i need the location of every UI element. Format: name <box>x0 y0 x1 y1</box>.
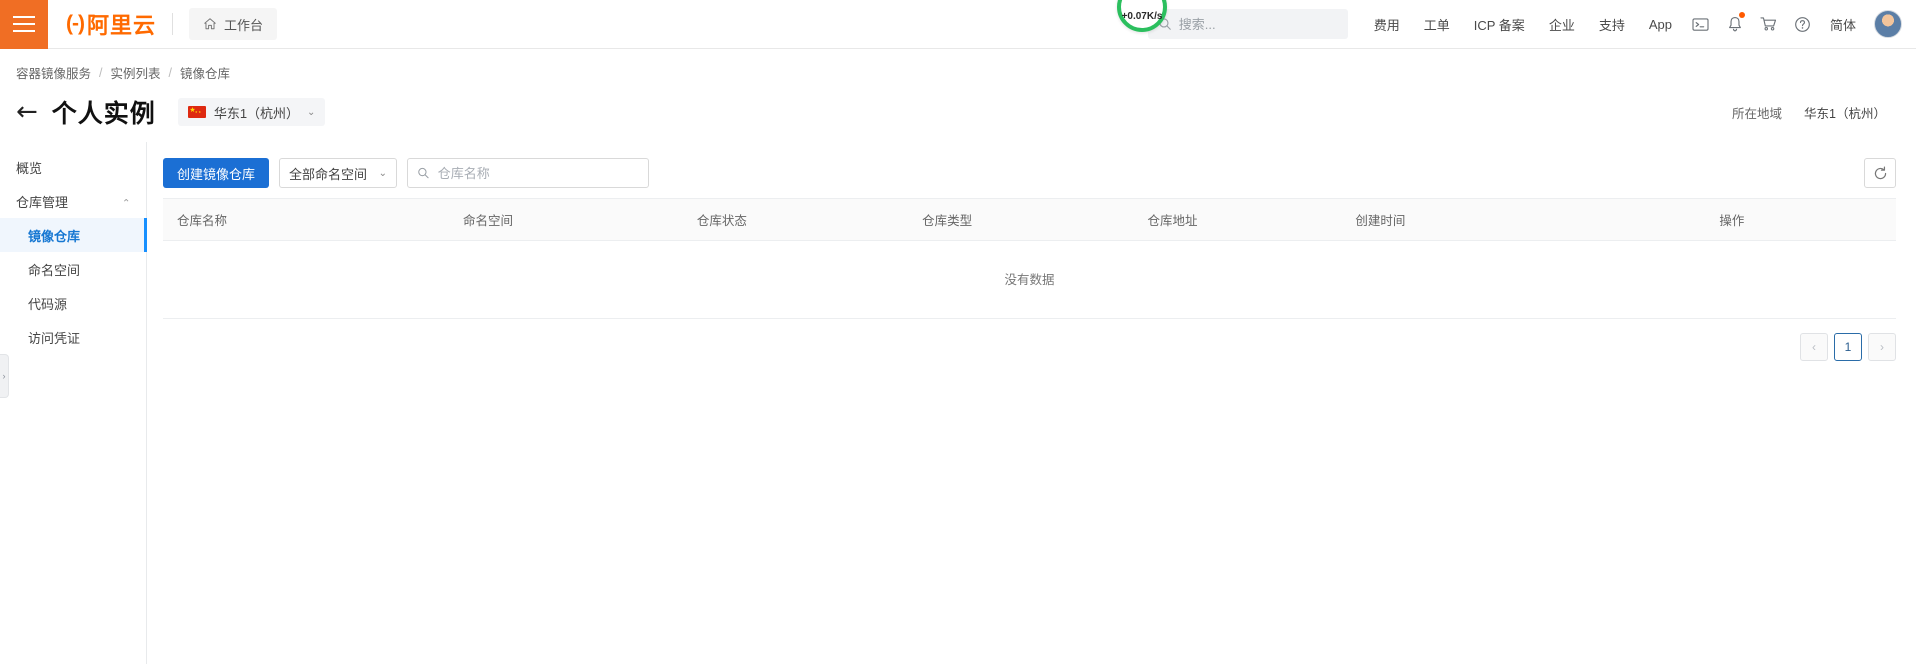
notification-badge <box>1738 11 1745 18</box>
search-icon <box>418 167 429 179</box>
main-content: 创建镜像仓库 全部命名空间 ⌄ 仓库名称 仓库名称 命名空间 仓库状态 仓库类型… <box>147 142 1916 664</box>
breadcrumb-separator: / <box>168 65 172 80</box>
hamburger-icon[interactable] <box>0 0 48 49</box>
sidebar: 概览 仓库管理 ⌄ 镜像仓库 命名空间 代码源 访问凭证 <box>0 142 147 664</box>
region-selector-label: 华东1（杭州） <box>213 105 300 121</box>
table-empty-row: 没有数据 <box>163 240 1896 319</box>
page-title: 个人实例 <box>51 100 156 128</box>
home-icon <box>204 18 216 30</box>
language-switcher[interactable]: 简体 <box>1820 0 1866 49</box>
region-info: 所在地域 华东1（杭州） <box>1732 103 1896 122</box>
sidebar-item-overview[interactable]: 概览 <box>0 150 146 184</box>
network-speed-value: +0.07K/s <box>1121 10 1163 22</box>
help-icon-glyph <box>1795 16 1811 32</box>
column-header-operation: 操作 <box>1705 198 1896 241</box>
table-body: 没有数据 <box>163 240 1896 319</box>
terminal-icon[interactable] <box>1684 0 1718 49</box>
create-repository-button[interactable]: 创建镜像仓库 <box>163 158 270 188</box>
table-header-row: 仓库名称 命名空间 仓库状态 仓库类型 仓库地址 创建时间 操作 <box>163 198 1896 241</box>
pagination: ‹ 1 › <box>163 319 1896 361</box>
breadcrumb: 容器镜像服务 / 实例列表 / 镜像仓库 <box>0 49 1916 88</box>
sidebar-collapse-handle[interactable]: › <box>0 354 9 398</box>
region-info-label: 所在地域 <box>1732 106 1783 121</box>
sidebar-item-access-credential[interactable]: 访问凭证 <box>0 320 146 354</box>
sidebar-item-label: 概览 <box>16 160 43 176</box>
nav-link-enterprise[interactable]: 企业 <box>1537 0 1587 49</box>
user-avatar[interactable] <box>1874 10 1902 38</box>
refresh-icon <box>1874 166 1886 179</box>
repository-table: 仓库名称 命名空间 仓库状态 仓库类型 仓库地址 创建时间 操作 没有数据 <box>163 198 1896 319</box>
help-icon[interactable] <box>1786 0 1820 49</box>
table-header: 仓库名称 命名空间 仓库状态 仓库类型 仓库地址 创建时间 操作 <box>163 198 1896 241</box>
column-header-name[interactable]: 仓库名称 <box>163 198 449 241</box>
breadcrumb-item-service[interactable]: 容器镜像服务 <box>16 63 91 82</box>
table-empty-text: 没有数据 <box>163 240 1896 319</box>
back-arrow-icon[interactable]: ← <box>16 99 38 125</box>
hamburger-bar <box>13 23 35 25</box>
column-header-type[interactable]: 仓库类型 <box>908 198 1134 241</box>
sidebar-item-label: 访问凭证 <box>28 330 81 346</box>
chevron-down-icon: ⌄ <box>378 167 388 179</box>
sidebar-item-label: 镜像仓库 <box>28 228 81 244</box>
toolbar: 创建镜像仓库 全部命名空间 ⌄ <box>163 158 1896 188</box>
hamburger-bar <box>13 16 35 18</box>
nav-link-support[interactable]: 支持 <box>1587 0 1637 49</box>
namespace-select[interactable]: 全部命名空间 ⌄ <box>279 158 398 188</box>
region-selector[interactable]: 华东1（杭州） ⌄ <box>177 98 326 126</box>
column-header-address[interactable]: 仓库地址 <box>1133 198 1342 241</box>
nav-link-fee[interactable]: 费用 <box>1362 0 1412 49</box>
bell-icon[interactable] <box>1718 0 1752 49</box>
hamburger-bar <box>13 30 35 32</box>
header-divider <box>172 13 173 35</box>
page-header: ← 个人实例 华东1（杭州） ⌄ 所在地域 华东1（杭州） <box>0 88 1916 142</box>
pagination-page-1[interactable]: 1 <box>1834 333 1862 361</box>
breadcrumb-separator: / <box>99 65 103 80</box>
cart-icon-glyph <box>1760 17 1777 31</box>
sidebar-item-label: 命名空间 <box>28 262 81 278</box>
nav-link-ticket[interactable]: 工单 <box>1412 0 1462 49</box>
repository-search-input[interactable] <box>437 165 640 181</box>
workbench-button[interactable]: 工作台 <box>189 8 278 40</box>
aliyun-logo-mark: (-) <box>66 12 85 35</box>
workbench-label: 工作台 <box>224 17 264 33</box>
breadcrumb-item-repository: 镜像仓库 <box>180 67 231 81</box>
region-info-value: 华东1（杭州） <box>1804 106 1886 121</box>
bell-icon-glyph <box>1729 16 1741 31</box>
top-header: (-) 阿里云 工作台 费用 工单 ICP 备案 企业 支持 App <box>0 0 1916 49</box>
page-body: › 概览 仓库管理 ⌄ 镜像仓库 命名空间 代码源 访问凭证 创建镜像仓库 全部… <box>0 142 1916 664</box>
cart-icon[interactable] <box>1752 0 1786 49</box>
sidebar-item-repo-management[interactable]: 仓库管理 ⌄ <box>0 184 146 218</box>
aliyun-logo[interactable]: (-) 阿里云 <box>48 0 172 49</box>
chevron-up-icon: ⌄ <box>121 195 130 207</box>
header-right-section: 费用 工单 ICP 备案 企业 支持 App <box>1147 0 1916 49</box>
global-search-input[interactable] <box>1178 16 1338 32</box>
aliyun-logo-text: 阿里云 <box>86 13 156 38</box>
global-search-box[interactable] <box>1147 9 1348 39</box>
chevron-down-icon: ⌄ <box>307 106 316 118</box>
refresh-button[interactable] <box>1864 158 1896 188</box>
sidebar-item-label: 代码源 <box>28 296 68 312</box>
nav-link-icp[interactable]: ICP 备案 <box>1462 0 1537 49</box>
nav-link-app[interactable]: App <box>1637 0 1684 49</box>
repository-search-box[interactable] <box>407 158 650 188</box>
terminal-icon-glyph <box>1692 17 1710 31</box>
breadcrumb-item-instance-list[interactable]: 实例列表 <box>111 63 161 82</box>
column-header-status[interactable]: 仓库状态 <box>682 198 909 241</box>
sidebar-item-code-source[interactable]: 代码源 <box>0 286 146 320</box>
sidebar-item-image-repository[interactable]: 镜像仓库 <box>0 218 147 252</box>
namespace-select-value: 全部命名空间 <box>289 166 368 182</box>
column-header-create-time[interactable]: 创建时间 <box>1341 198 1706 241</box>
pagination-next-button[interactable]: › <box>1868 333 1896 361</box>
pagination-prev-button[interactable]: ‹ <box>1800 333 1828 361</box>
sidebar-item-label: 仓库管理 <box>16 194 69 210</box>
column-header-namespace[interactable]: 命名空间 <box>448 198 683 241</box>
cn-flag-icon <box>187 105 206 118</box>
sidebar-item-namespace[interactable]: 命名空间 <box>0 252 146 286</box>
